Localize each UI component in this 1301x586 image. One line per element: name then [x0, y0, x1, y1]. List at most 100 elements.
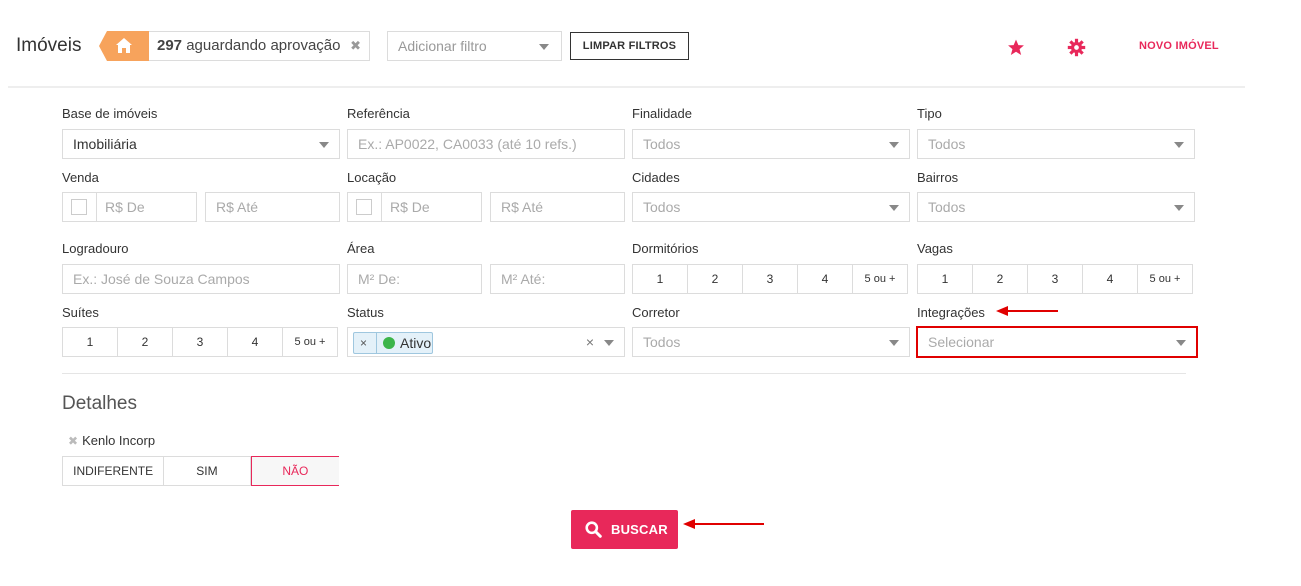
logradouro-placeholder: Ex.: José de Souza Campos — [73, 271, 250, 287]
option-indiferente[interactable]: INDIFERENTE — [63, 457, 165, 485]
venda-from-placeholder: R$ De — [105, 199, 145, 215]
area-to-placeholder: M² Até: — [501, 271, 546, 287]
header-divider — [8, 86, 1245, 88]
referencia-input[interactable]: Ex.: AP0022, CA0033 (até 10 refs.) — [347, 129, 625, 159]
locacao-to-placeholder: R$ Até — [501, 199, 544, 215]
chevron-down-icon — [889, 142, 899, 148]
locacao-from-input[interactable]: R$ De — [347, 192, 482, 222]
tipo-label: Tipo — [917, 106, 942, 121]
chevron-down-icon — [1174, 142, 1184, 148]
search-button-label: BUSCAR — [611, 522, 668, 537]
locacao-to-input[interactable]: R$ Até — [490, 192, 625, 222]
suites-selector: 1 2 3 4 5 ou + — [62, 327, 338, 357]
detail-item: ✖ Kenlo Incorp — [68, 433, 155, 448]
venda-separator — [96, 193, 97, 221]
search-icon — [585, 521, 602, 538]
tag-separator — [376, 333, 377, 353]
finalidade-select[interactable]: Todos — [632, 129, 910, 159]
option-sim[interactable]: SIM — [164, 457, 251, 485]
tipo-select[interactable]: Todos — [917, 129, 1195, 159]
chevron-down-icon — [319, 142, 329, 148]
dormitorios-selector: 1 2 3 4 5 ou + — [632, 264, 908, 294]
pending-count: 297 — [157, 37, 183, 54]
home-button[interactable] — [93, 31, 149, 61]
corretor-select[interactable]: Todos — [632, 327, 910, 357]
cidades-label: Cidades — [632, 170, 680, 185]
chevron-down-icon — [539, 44, 549, 50]
search-button[interactable]: BUSCAR — [571, 510, 678, 549]
area-to-input[interactable]: M² Até: — [490, 264, 625, 294]
suites-option-5plus[interactable]: 5 ou + — [283, 328, 337, 356]
detail-item-label: Kenlo Incorp — [82, 433, 156, 448]
status-tag-ativo: × Ativo — [353, 332, 433, 354]
status-dot-icon — [383, 337, 395, 349]
vagas-option-2[interactable]: 2 — [973, 265, 1028, 293]
remove-detail-icon[interactable]: ✖ — [68, 434, 78, 448]
vagas-option-3[interactable]: 3 — [1028, 265, 1083, 293]
pending-text: aguardando aprovação — [186, 37, 341, 54]
venda-to-input[interactable]: R$ Até — [205, 192, 340, 222]
area-from-placeholder: M² De: — [358, 271, 400, 287]
chevron-down-icon — [889, 205, 899, 211]
locacao-from-placeholder: R$ De — [390, 199, 430, 215]
integracoes-label: Integrações — [917, 305, 985, 320]
clear-icon[interactable]: × — [586, 334, 594, 350]
vagas-label: Vagas — [917, 241, 953, 256]
finalidade-value: Todos — [643, 136, 681, 152]
tipo-value: Todos — [928, 136, 966, 152]
clear-filters-button[interactable]: LIMPAR FILTROS — [570, 32, 689, 60]
remove-tag-icon[interactable]: × — [360, 333, 367, 353]
area-from-input[interactable]: M² De: — [347, 264, 482, 294]
gear-icon[interactable] — [1067, 38, 1086, 62]
base-select[interactable]: Imobiliária — [62, 129, 340, 159]
suites-option-4[interactable]: 4 — [228, 328, 283, 356]
option-nao[interactable]: NÃO — [250, 456, 339, 486]
pending-approval-filter[interactable]: 297 aguardando aprovação ✖ — [149, 31, 370, 61]
status-tag-label: Ativo — [400, 335, 432, 351]
chevron-down-icon — [889, 340, 899, 346]
dormitorios-label: Dormitórios — [632, 241, 699, 256]
dormitorios-option-2[interactable]: 2 — [688, 265, 743, 293]
area-label: Área — [347, 241, 375, 256]
bairros-select[interactable]: Todos — [917, 192, 1195, 222]
vagas-option-1[interactable]: 1 — [918, 265, 973, 293]
venda-from-input[interactable]: R$ De — [62, 192, 197, 222]
chevron-down-icon — [604, 340, 614, 346]
base-label: Base de imóveis — [62, 106, 158, 121]
status-label: Status — [347, 305, 384, 320]
new-property-link[interactable]: NOVO IMÓVEL — [1139, 40, 1219, 52]
venda-checkbox[interactable] — [71, 199, 87, 215]
referencia-placeholder: Ex.: AP0022, CA0033 (até 10 refs.) — [358, 136, 577, 152]
chevron-down-icon — [1174, 205, 1184, 211]
cidades-select[interactable]: Todos — [632, 192, 910, 222]
vagas-selector: 1 2 3 4 5 ou + — [917, 264, 1193, 294]
status-select[interactable]: × Ativo × — [347, 327, 625, 357]
vagas-option-5plus[interactable]: 5 ou + — [1138, 265, 1192, 293]
chevron-down-icon — [1176, 340, 1186, 346]
suites-option-1[interactable]: 1 — [63, 328, 118, 356]
corretor-value: Todos — [643, 334, 681, 350]
locacao-checkbox[interactable] — [356, 199, 372, 215]
dormitorios-option-3[interactable]: 3 — [743, 265, 798, 293]
star-icon[interactable] — [1006, 38, 1026, 62]
suites-option-3[interactable]: 3 — [173, 328, 228, 356]
finalidade-label: Finalidade — [632, 106, 692, 121]
integracoes-select[interactable]: Selecionar — [916, 326, 1198, 358]
dormitorios-option-1[interactable]: 1 — [633, 265, 688, 293]
suites-option-2[interactable]: 2 — [118, 328, 173, 356]
add-filter-select[interactable]: Adicionar filtro — [387, 31, 562, 61]
logradouro-input[interactable]: Ex.: José de Souza Campos — [62, 264, 340, 294]
details-title: Detalhes — [62, 393, 137, 414]
add-filter-placeholder: Adicionar filtro — [398, 38, 487, 54]
annotation-arrow-icon — [683, 519, 764, 529]
annotation-arrow-icon — [996, 306, 1058, 316]
vagas-option-4[interactable]: 4 — [1083, 265, 1138, 293]
locacao-separator — [381, 193, 382, 221]
base-value: Imobiliária — [73, 136, 137, 152]
dormitorios-option-4[interactable]: 4 — [798, 265, 853, 293]
close-icon[interactable]: ✖ — [350, 32, 361, 60]
dormitorios-option-5plus[interactable]: 5 ou + — [853, 265, 907, 293]
suites-label: Suítes — [62, 305, 99, 320]
locacao-label: Locação — [347, 170, 397, 185]
referencia-label: Referência — [347, 106, 410, 121]
